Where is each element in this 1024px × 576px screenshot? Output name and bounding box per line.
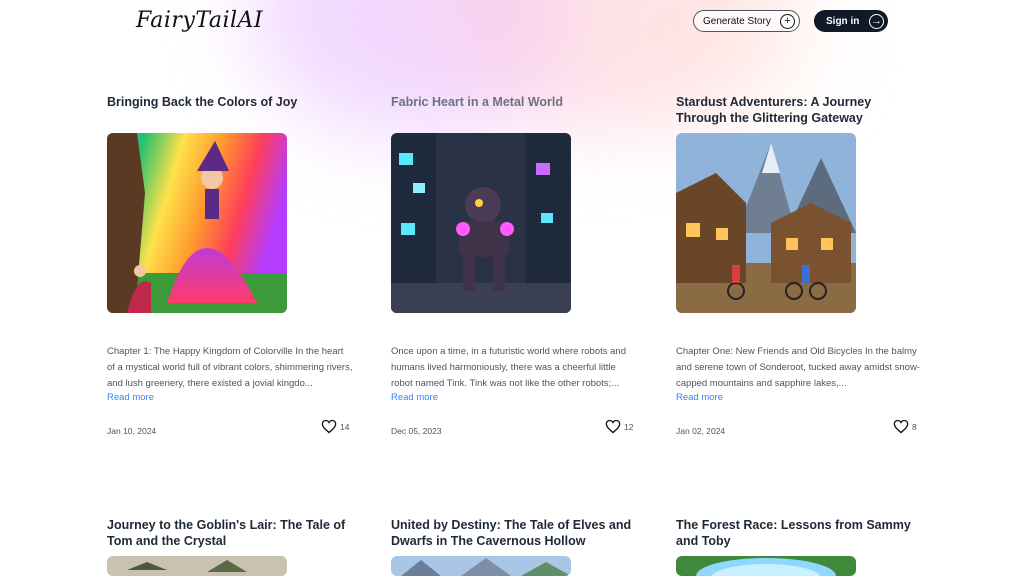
story-title[interactable]: United by Destiny: The Tale of Elves and… xyxy=(391,517,637,549)
story-excerpt: Once upon a time, in a futuristic world … xyxy=(391,346,626,389)
story-title[interactable]: Fabric Heart in a Metal World xyxy=(391,94,637,110)
story-date: Jan 02, 2024 xyxy=(676,426,726,436)
generate-story-label: Generate Story xyxy=(703,15,771,27)
story-image[interactable] xyxy=(391,556,571,576)
read-more-link[interactable]: Read more xyxy=(107,392,154,403)
sign-in-button[interactable]: Sign in → xyxy=(814,10,888,32)
arrow-right-circle-icon: → xyxy=(869,13,884,29)
story-title[interactable]: Stardust Adventurers: A Journey Through … xyxy=(676,94,922,126)
story-image[interactable] xyxy=(391,133,571,313)
like-count: 8 xyxy=(912,421,917,432)
story-image[interactable] xyxy=(676,133,856,313)
story-card[interactable]: The Forest Race: Lessons from Sammy and … xyxy=(676,517,922,576)
story-date: Dec 05, 2023 xyxy=(391,426,442,436)
generate-story-button[interactable]: Generate Story + xyxy=(693,10,800,32)
story-title[interactable]: Journey to the Goblin's Lair: The Tale o… xyxy=(107,517,353,549)
story-excerpt: Chapter One: New Friends and Old Bicycle… xyxy=(676,346,920,389)
story-card[interactable]: Stardust Adventurers: A Journey Through … xyxy=(676,94,922,436)
read-more-link[interactable]: Read more xyxy=(676,392,723,403)
like-count: 12 xyxy=(624,421,634,432)
like-button[interactable]: 14 xyxy=(321,419,349,434)
heart-icon xyxy=(893,419,909,434)
story-image[interactable] xyxy=(676,556,856,576)
heart-icon xyxy=(605,419,621,434)
story-image[interactable] xyxy=(107,556,287,576)
read-more-link[interactable]: Read more xyxy=(391,392,438,403)
story-card[interactable]: Bringing Back the Colors of Joy Chapter … xyxy=(107,94,353,436)
like-button[interactable]: 12 xyxy=(605,419,633,434)
story-date: Jan 10, 2024 xyxy=(107,426,157,436)
heart-icon xyxy=(321,419,337,434)
site-header: FairyTailAI Generate Story + Sign in → xyxy=(0,0,1024,44)
story-card[interactable]: United by Destiny: The Tale of Elves and… xyxy=(391,517,637,576)
story-title[interactable]: Bringing Back the Colors of Joy xyxy=(107,94,353,110)
like-count: 14 xyxy=(340,421,350,432)
sign-in-label: Sign in xyxy=(826,15,860,27)
story-card[interactable]: Journey to the Goblin's Lair: The Tale o… xyxy=(107,517,353,576)
story-title[interactable]: The Forest Race: Lessons from Sammy and … xyxy=(676,517,922,549)
site-logo[interactable]: FairyTailAI xyxy=(136,8,263,33)
story-excerpt: Chapter 1: The Happy Kingdom of Colorvil… xyxy=(107,346,353,389)
story-card[interactable]: Fabric Heart in a Metal World Once upon … xyxy=(391,94,637,436)
plus-circle-icon: + xyxy=(780,13,795,29)
like-button[interactable]: 8 xyxy=(893,419,917,434)
story-image[interactable] xyxy=(107,133,287,313)
